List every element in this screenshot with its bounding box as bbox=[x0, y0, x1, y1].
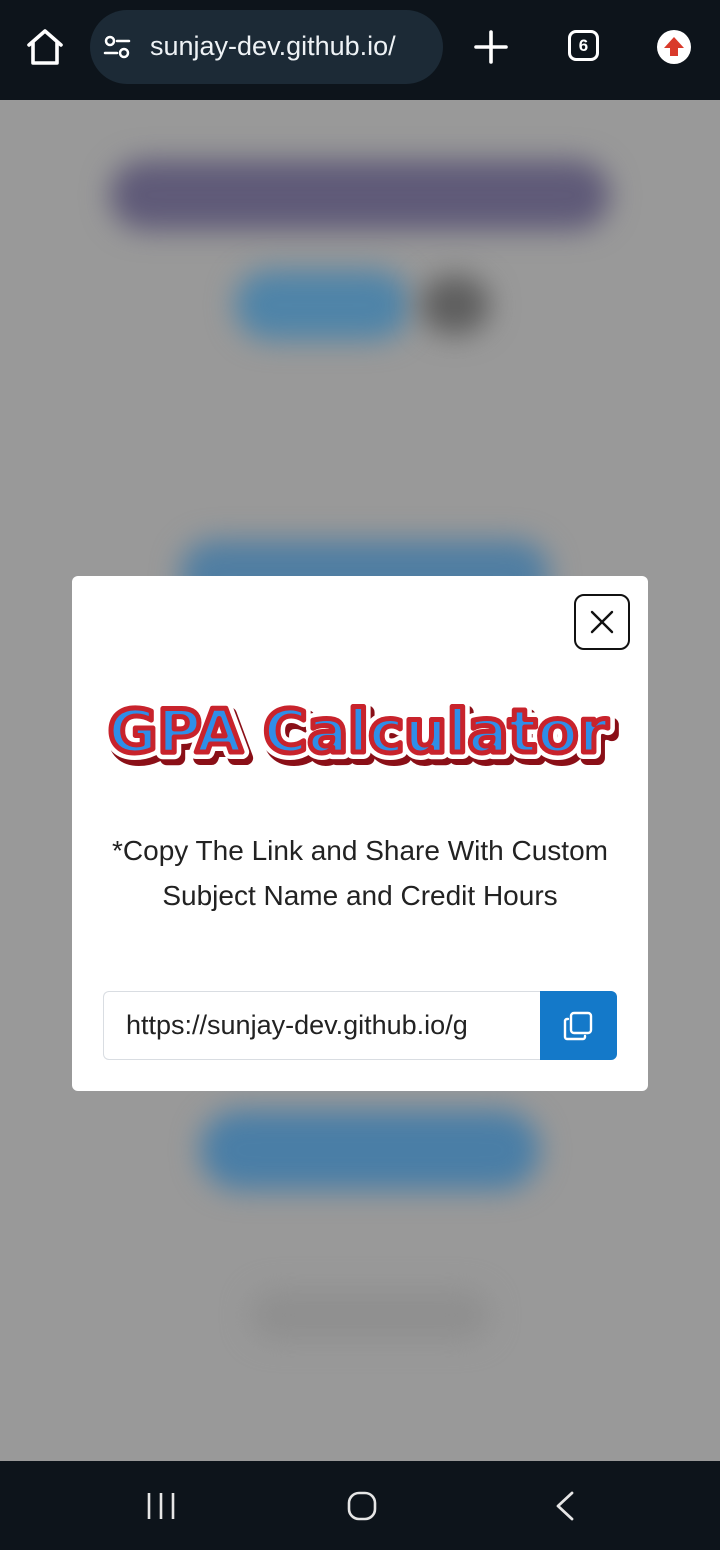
blurred-button bbox=[200, 1110, 540, 1190]
share-link-modal: GPA Calculator GPA Calculator GPA Calcul… bbox=[72, 576, 648, 1091]
tab-switcher-button[interactable]: 6 bbox=[568, 30, 599, 61]
upgrade-icon[interactable] bbox=[657, 30, 691, 64]
copy-icon bbox=[563, 1011, 593, 1041]
new-tab-icon[interactable] bbox=[472, 28, 510, 66]
blurred-text bbox=[250, 1290, 490, 1340]
site-settings-icon[interactable] bbox=[102, 32, 132, 62]
gpa-calculator-logo: GPA Calculator GPA Calculator GPA Calcul… bbox=[102, 690, 619, 776]
home-nav-icon[interactable] bbox=[346, 1490, 378, 1522]
home-icon[interactable] bbox=[22, 24, 68, 70]
browser-toolbar: sunjay-dev.github.io/ 6 bbox=[0, 0, 720, 100]
share-instructions: *Copy The Link and Share With Custom Sub… bbox=[112, 835, 608, 911]
svg-text:GPA Calculator: GPA Calculator bbox=[108, 697, 608, 767]
blurred-toggle bbox=[420, 275, 490, 335]
url-text: sunjay-dev.github.io/ bbox=[150, 31, 396, 61]
close-button[interactable] bbox=[574, 594, 630, 650]
recent-apps-icon[interactable] bbox=[144, 1490, 178, 1522]
address-bar[interactable]: sunjay-dev.github.io/ bbox=[90, 10, 443, 84]
copy-link-button[interactable] bbox=[540, 991, 617, 1060]
close-icon bbox=[590, 610, 614, 634]
system-navigation-bar bbox=[0, 1461, 720, 1550]
blurred-heading bbox=[110, 160, 610, 230]
blurred-button bbox=[235, 270, 410, 340]
back-icon[interactable] bbox=[552, 1490, 578, 1522]
share-link-input[interactable] bbox=[103, 991, 541, 1060]
